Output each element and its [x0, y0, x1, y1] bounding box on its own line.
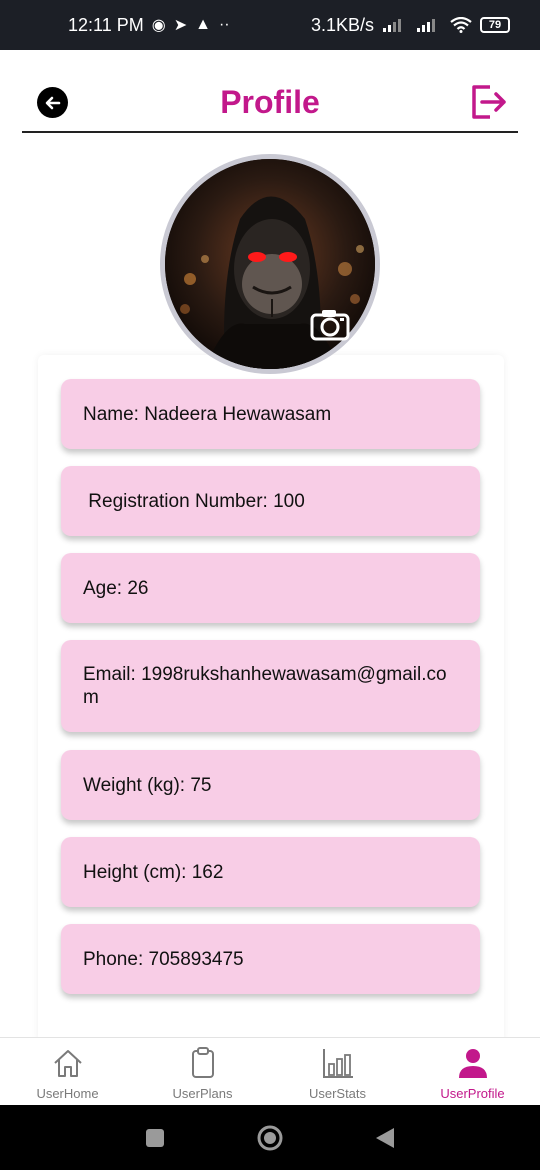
age-field: Age: 26	[61, 553, 480, 623]
change-photo-button[interactable]	[310, 307, 350, 341]
name-field: Name: Nadeera Hewawasam	[61, 379, 480, 449]
status-time: 12:11 PM	[68, 14, 144, 35]
nav-label-userprofile: UserProfile	[440, 1086, 505, 1101]
registration-field: Registration Number: 100	[61, 466, 480, 536]
phone-field: Phone: 705893475	[61, 924, 480, 994]
header: Profile	[22, 70, 518, 133]
logout-icon	[472, 85, 506, 119]
signal-icon-2	[417, 19, 435, 32]
nav-item-userplans[interactable]: UserPlans	[135, 1038, 270, 1105]
nav-label-userhome: UserHome	[36, 1086, 99, 1101]
registration-field-text: Registration Number: 100	[83, 490, 305, 512]
home-icon	[53, 1050, 82, 1077]
bar-chart-icon	[322, 1049, 353, 1078]
email-field: Email: 1998rukshanhewawasam@gmail.com	[61, 640, 480, 732]
signal-icon	[383, 19, 401, 32]
back-nav-icon[interactable]	[374, 1126, 396, 1150]
camera-icon	[310, 310, 350, 341]
weight-field: Weight (kg): 75	[61, 750, 480, 820]
nav-item-userhome[interactable]: UserHome	[0, 1038, 135, 1105]
wifi-icon	[450, 17, 472, 33]
person-icon	[458, 1049, 487, 1078]
email-field-text: Email: 1998rukshanhewawasam@gmail.com	[83, 664, 447, 708]
weight-field-text: Weight (kg): 75	[83, 774, 212, 796]
nav-label-userplans: UserPlans	[172, 1086, 233, 1101]
phone-field-text: Phone: 705893475	[83, 948, 244, 970]
home-button-icon[interactable]	[256, 1124, 284, 1152]
more-notifications-icon: ··	[218, 16, 230, 33]
page-title: Profile	[220, 84, 320, 120]
nav-item-userstats[interactable]: UserStats	[270, 1038, 405, 1105]
telegram-icon: ➤	[173, 17, 188, 34]
age-field-text: Age: 26	[83, 577, 149, 599]
recent-apps-icon[interactable]	[144, 1127, 166, 1149]
battery-icon: 79	[480, 17, 510, 33]
nav-item-userprofile[interactable]: UserProfile	[405, 1038, 540, 1105]
logout-button[interactable]	[468, 82, 508, 122]
name-field-text: Name: Nadeera Hewawasam	[83, 403, 332, 425]
nav-label-userstats: UserStats	[308, 1086, 367, 1101]
status-right: 3.1KB/s 79	[311, 15, 510, 36]
app-notification-icon: ▲	[195, 16, 211, 33]
bottom-nav: UserHome UserPlans UserStats UserProfile	[0, 1037, 540, 1105]
height-field: Height (cm): 162	[61, 837, 480, 907]
status-bar: 12:11 PM ◉ ➤ ▲ ·· 3.1KB/s 79	[0, 0, 540, 50]
chat-bubble-icon: ◉	[151, 17, 166, 34]
system-nav-bar	[0, 1105, 540, 1170]
clipboard-icon	[191, 1047, 214, 1078]
height-field-text: Height (cm): 162	[83, 861, 224, 883]
network-speed: 3.1KB/s	[310, 14, 374, 35]
status-left: 12:11 PM ◉ ➤ ▲ ··	[68, 15, 230, 36]
